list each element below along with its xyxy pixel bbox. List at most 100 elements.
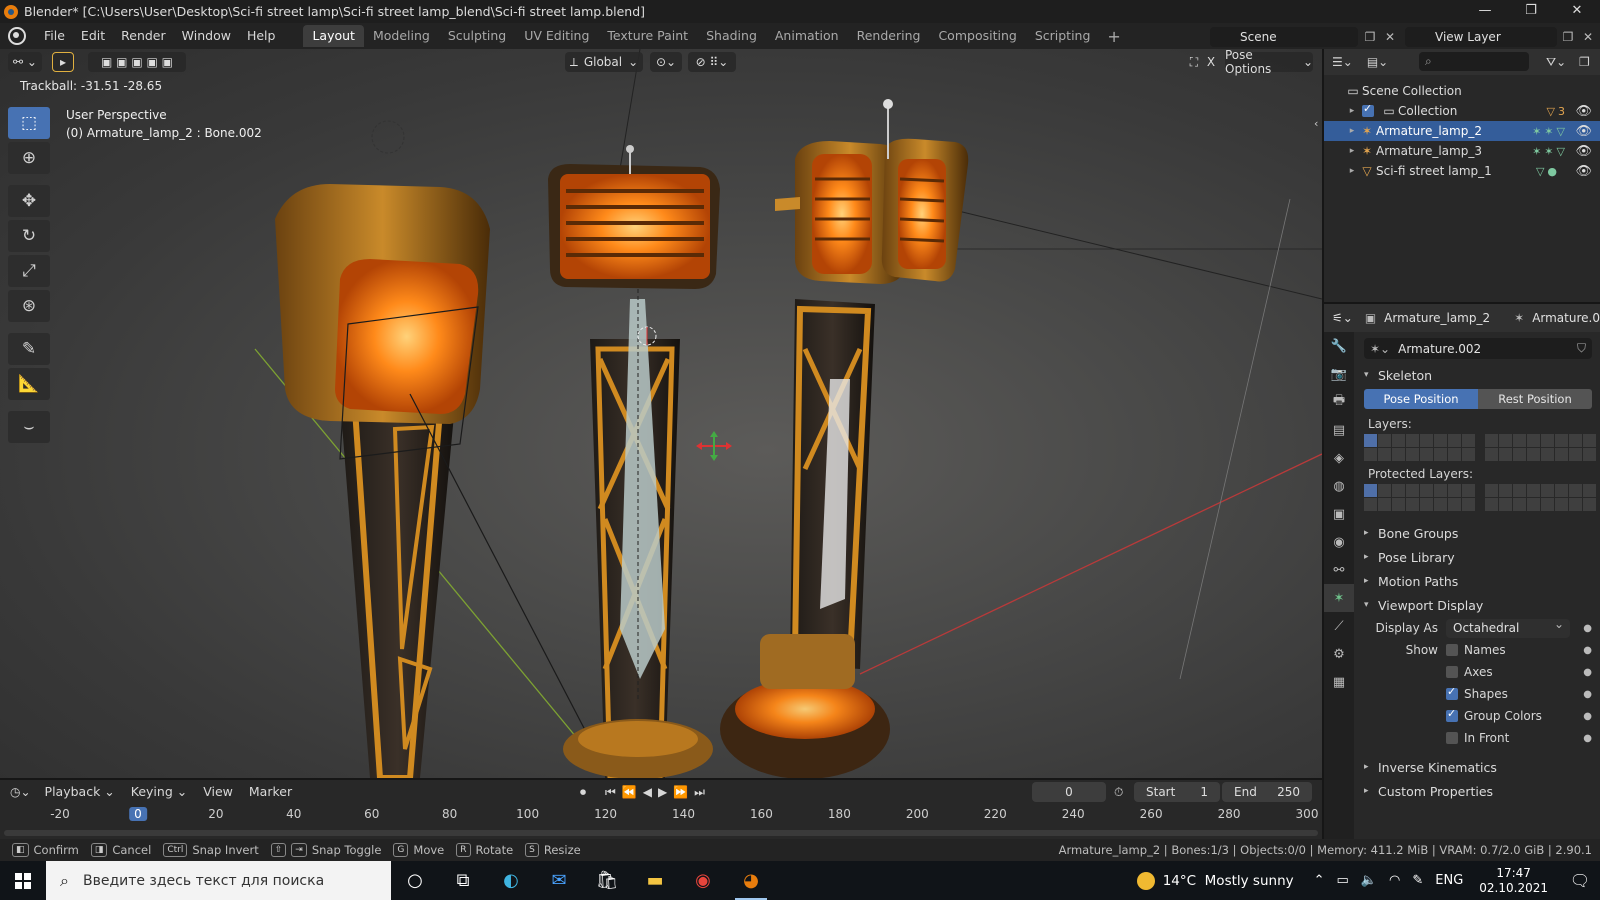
layer-cell[interactable] (1555, 448, 1568, 461)
menu-edit[interactable]: Edit (73, 23, 113, 49)
layer-cell[interactable] (1527, 434, 1540, 447)
tab-sculpting[interactable]: Sculpting (439, 25, 515, 47)
bone-constraints-tab[interactable]: ⚙ (1324, 640, 1354, 668)
wifi-icon[interactable]: ◠ (1389, 873, 1400, 888)
playback-menu[interactable]: Playback ⌄ (37, 779, 123, 805)
constraints-tab[interactable]: ⚯ (1324, 556, 1354, 584)
scene-tab[interactable]: ◈ (1324, 444, 1354, 472)
move-tool[interactable]: ✥ (8, 185, 50, 217)
rotate-tool[interactable]: ↻ (8, 220, 50, 252)
blender-menu-icon[interactable] (8, 27, 26, 45)
editor-type-button[interactable]: ⚯ ⌄ (8, 52, 42, 72)
outliner-row-collection[interactable]: ▸ ▭ Collection ▽3 👁 (1324, 101, 1600, 121)
xray-icon[interactable]: ⛶ (1185, 52, 1203, 72)
new-collection-icon[interactable]: ❐ (1579, 55, 1590, 69)
keying-menu[interactable]: Keying ⌄ (123, 779, 195, 805)
layer-cell[interactable] (1434, 498, 1447, 511)
outliner-editor-icon[interactable]: ☰⌄ (1332, 55, 1353, 69)
layer-cell[interactable] (1499, 498, 1512, 511)
tab-layout[interactable]: Layout (303, 25, 364, 47)
expand-icon[interactable]: ▸ (1346, 166, 1358, 176)
layer-cell[interactable] (1462, 434, 1475, 447)
layer-cell[interactable] (1499, 448, 1512, 461)
current-frame-field[interactable]: 0 (1032, 782, 1106, 802)
tab-modeling[interactable]: Modeling (364, 25, 439, 47)
keyframe-dot-icon[interactable]: ● (1583, 645, 1592, 656)
close-button[interactable]: ✕ (1554, 0, 1600, 23)
select-box-tool[interactable]: ⬚ (8, 107, 50, 139)
view-layer-tab[interactable]: ▤ (1324, 416, 1354, 444)
layer-cell[interactable] (1448, 434, 1461, 447)
layer-cell[interactable] (1485, 448, 1498, 461)
tab-rendering[interactable]: Rendering (848, 25, 930, 47)
expand-icon[interactable]: ▸ (1346, 146, 1358, 156)
layer-cell[interactable] (1448, 484, 1461, 497)
keyframe-dot-icon[interactable]: ● (1583, 623, 1592, 634)
scale-tool[interactable]: ⤢ (8, 255, 50, 287)
layer-cell[interactable] (1569, 448, 1582, 461)
fake-user-shield-icon[interactable]: ⛉ (1577, 341, 1586, 356)
motion-paths-panel[interactable]: ▸ Motion Paths (1356, 569, 1600, 593)
rest-position-button[interactable]: Rest Position (1478, 389, 1592, 409)
language-indicator[interactable]: ENG (1435, 873, 1463, 888)
layer-cell[interactable] (1420, 498, 1433, 511)
layer-cell[interactable] (1434, 484, 1447, 497)
task-view-icon[interactable]: ⧉ (439, 861, 487, 900)
tab-compositing[interactable]: Compositing (929, 25, 1025, 47)
display-mode-icon[interactable]: ▤⌄ (1367, 55, 1388, 69)
tool-tab[interactable]: 🔧 (1324, 332, 1354, 360)
file-explorer-icon[interactable]: ▬ (631, 861, 679, 900)
armature-browse-icon[interactable]: ✶⌄ (1370, 342, 1390, 356)
transform-orientation-dropdown[interactable]: ⟂ Global ⌄ (565, 52, 643, 72)
x-mirror-toggle[interactable]: X (1204, 52, 1218, 72)
tab-texture-paint[interactable]: Texture Paint (598, 25, 697, 47)
playback-controls[interactable]: ⏮⏪◀▶⏩⏭ (605, 785, 711, 800)
pen-icon[interactable]: ✎ (1412, 873, 1423, 888)
chrome-icon[interactable]: ◉ (679, 861, 727, 900)
keyframe-dot-icon[interactable]: ● (1583, 733, 1592, 744)
menu-file[interactable]: File (36, 23, 73, 49)
cursor-tool[interactable]: ⊕ (8, 142, 50, 174)
inverse-kinematics-panel[interactable]: ▸ Inverse Kinematics (1356, 755, 1600, 779)
measure-tool[interactable]: 📐 (8, 368, 50, 400)
tab-scripting[interactable]: Scripting (1026, 25, 1100, 47)
bone-groups-panel[interactable]: ▸ Bone Groups (1356, 521, 1600, 545)
bone-layers-grid[interactable] (1356, 434, 1600, 461)
layer-cell[interactable] (1541, 498, 1554, 511)
tab-shading[interactable]: Shading (697, 25, 766, 47)
shapes-checkbox[interactable] (1446, 685, 1458, 700)
relax-tool[interactable]: ⌣ (8, 411, 50, 443)
annotate-tool[interactable]: ✎ (8, 333, 50, 365)
maximize-button[interactable]: ❐ (1508, 0, 1554, 23)
marker-menu[interactable]: Marker (241, 779, 300, 805)
layer-cell[interactable] (1555, 498, 1568, 511)
keyframe-dot-icon[interactable]: ● (1583, 689, 1592, 700)
delete-scene-icon[interactable]: ✕ (1382, 29, 1398, 45)
menu-help[interactable]: Help (239, 23, 284, 49)
volume-icon[interactable]: 🔈 (1361, 873, 1377, 888)
layer-cell[interactable] (1364, 434, 1377, 447)
armature-data-field[interactable]: ✶⌄ Armature.002 ⛉ (1364, 338, 1592, 359)
layer-cell[interactable] (1378, 484, 1391, 497)
view-menu[interactable]: View (195, 779, 241, 805)
layer-cell[interactable] (1392, 434, 1405, 447)
layer-cell[interactable] (1434, 434, 1447, 447)
layer-cell[interactable] (1569, 434, 1582, 447)
layer-cell[interactable] (1364, 484, 1377, 497)
edge-browser-icon[interactable]: ◐ (487, 861, 535, 900)
in-front-checkbox[interactable] (1446, 732, 1458, 744)
group-colors-checkbox[interactable] (1446, 707, 1458, 722)
timeline-ruler[interactable]: -20 0 20 40 60 80 100 120 140 160 180 200 220 240 260 2… (0, 804, 1322, 826)
outliner-search-input[interactable]: ⌕ (1419, 52, 1529, 71)
object-tab[interactable]: ▣ (1324, 500, 1354, 528)
texture-tab[interactable]: ▦ (1324, 668, 1354, 696)
layer-cell[interactable] (1392, 484, 1405, 497)
pose-options-dropdown[interactable]: Pose Options ⌄ (1225, 49, 1313, 76)
layer-cell[interactable] (1406, 434, 1419, 447)
layer-cell[interactable] (1513, 484, 1526, 497)
record-icon[interactable]: ⏺ (580, 785, 586, 800)
outliner-row-armature-lamp-3[interactable]: ▸ ✶ Armature_lamp_3 ✶✶▽ 👁 (1324, 141, 1600, 161)
axes-checkbox[interactable] (1446, 666, 1458, 678)
layer-cell[interactable] (1583, 498, 1596, 511)
menu-render[interactable]: Render (113, 23, 174, 49)
